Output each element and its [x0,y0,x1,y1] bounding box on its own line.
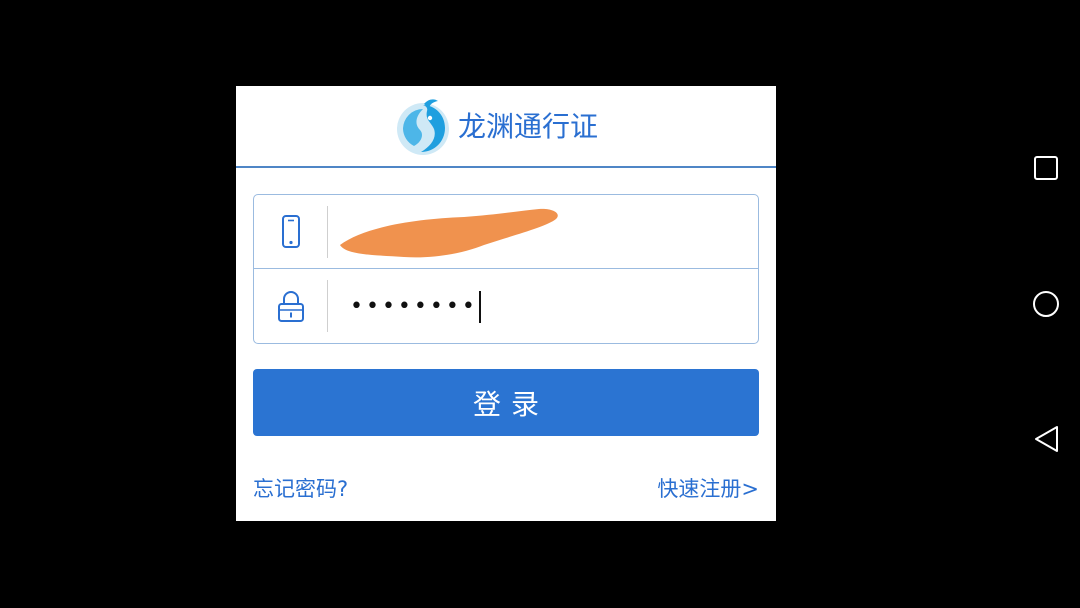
triangle-back-icon[interactable] [1026,419,1066,459]
dragon-logo-icon [397,99,449,155]
password-masked-value: •••••••• [350,294,478,319]
quick-register-link[interactable]: 快速注册> [657,474,759,504]
login-dialog: 龙渊通行证 •••••••• 登录 忘记密码? 快速注册> [236,86,776,521]
dialog-header: 龙渊通行证 [236,86,776,168]
row-divider [327,280,328,332]
phone-icon [282,215,300,248]
password-input[interactable]: •••••••• [350,287,481,327]
lock-icon [278,291,304,322]
text-caret [478,291,481,323]
square-recents-icon[interactable] [1026,148,1066,188]
password-row: •••••••• [254,269,758,343]
circle-home-icon[interactable] [1026,284,1066,324]
login-form: •••••••• [253,194,759,344]
brand-title: 龙渊通行证 [458,110,599,143]
login-button[interactable]: 登录 [253,369,759,436]
redaction-scribble [340,208,558,258]
forgot-password-link[interactable]: 忘记密码? [253,474,348,504]
phone-row [254,195,758,269]
row-divider [327,206,328,258]
